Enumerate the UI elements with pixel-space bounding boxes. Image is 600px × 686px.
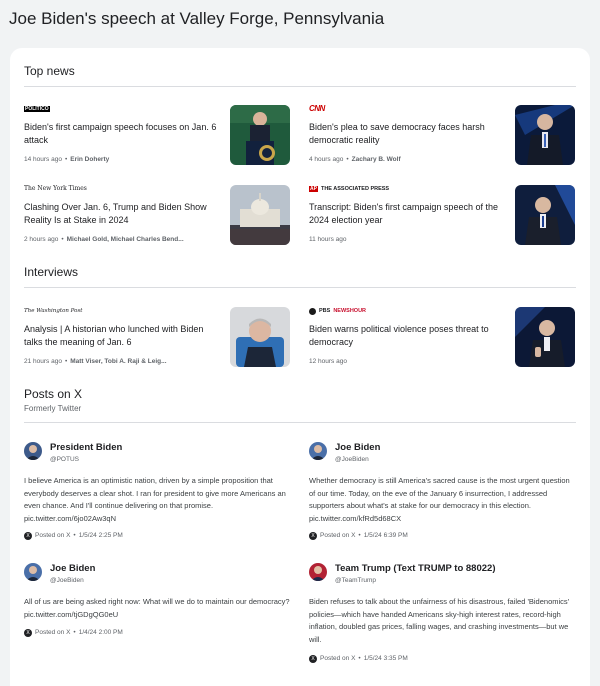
news-thumbnail[interactable] xyxy=(515,307,575,367)
post-footer: X Posted on X • 1/5/24 2:25 PM xyxy=(24,531,123,540)
top-news-heading: Top news xyxy=(24,64,75,78)
avatar xyxy=(309,442,327,460)
post-footer: X Posted on X • 1/5/24 6:39 PM xyxy=(309,531,408,540)
news-card-nytimes[interactable]: The New York Times Clashing Over Jan. 6,… xyxy=(24,185,292,247)
avatar xyxy=(24,442,42,460)
x-logo-icon: X xyxy=(309,531,317,540)
interviews-heading: Interviews xyxy=(24,265,79,279)
post-text: Biden refuses to talk about the unfairne… xyxy=(309,597,570,644)
source-logo: PBS NEWSHOUR xyxy=(309,307,366,315)
post-text: All of us are being asked right now: Wha… xyxy=(24,597,290,619)
news-meta: 21 hours ago • Matt Viser, Tobi A. Raji & … xyxy=(24,358,167,365)
news-card-pbs[interactable]: PBS NEWSHOUR Biden warns political violen… xyxy=(309,307,577,369)
x-logo-icon: X xyxy=(309,654,317,663)
news-card-washington-post[interactable]: The Washington Post Analysis | A histori… xyxy=(24,307,292,369)
source-logo: AP THE ASSOCIATED PRESS xyxy=(309,186,390,192)
news-meta: 2 hours ago • Michael Gold, Michael Charle… xyxy=(24,236,184,243)
avatar xyxy=(309,563,327,581)
news-thumbnail[interactable] xyxy=(515,105,575,165)
post-author-name[interactable]: President Biden xyxy=(50,442,122,454)
news-headline[interactable]: Analysis | A historian who lunched with … xyxy=(24,323,219,349)
news-card-ap[interactable]: AP THE ASSOCIATED PRESS Transcript: Biden… xyxy=(309,185,577,247)
post-author-name[interactable]: Joe Biden xyxy=(335,442,380,454)
x-logo-icon: X xyxy=(24,531,32,540)
news-headline[interactable]: Clashing Over Jan. 6, Trump and Biden Sh… xyxy=(24,201,219,227)
post-card[interactable]: Joe Biden @JoeBiden All of us are being … xyxy=(24,563,294,643)
source-logo: POLITICO xyxy=(24,106,50,112)
post-author-name[interactable]: Team Trump (Text TRUMP to 88022) xyxy=(335,563,495,575)
post-footer: X Posted on X • 1/5/24 3:35 PM xyxy=(309,654,408,663)
divider xyxy=(24,86,576,87)
news-headline[interactable]: Biden's plea to save democracy faces har… xyxy=(309,121,504,147)
post-card[interactable]: Team Trump (Text TRUMP to 88022) @TeamTr… xyxy=(309,563,579,673)
posts-subtitle: Formerly Twitter xyxy=(24,404,82,413)
results-card: Top news POLITICO Biden's first campaign… xyxy=(10,48,590,686)
post-footer: X Posted on X • 1/4/24 2:00 PM xyxy=(24,628,123,637)
posts-heading: Posts on X xyxy=(24,387,83,401)
post-author-handle[interactable]: @JoeBiden xyxy=(335,456,369,464)
post-text: I believe America is an optimistic natio… xyxy=(24,476,286,523)
source-logo: The Washington Post xyxy=(24,308,83,314)
divider xyxy=(24,287,576,288)
news-meta: 11 hours ago xyxy=(309,236,347,243)
news-headline[interactable]: Biden warns political violence poses thr… xyxy=(309,323,504,349)
news-headline[interactable]: Biden's first campaign speech focuses on… xyxy=(24,121,219,147)
news-card-cnn[interactable]: CNN Biden's plea to save democracy faces… xyxy=(309,105,577,167)
news-meta: 4 hours ago • Zachary B. Wolf xyxy=(309,156,401,163)
page-title: Joe Biden's speech at Valley Forge, Penn… xyxy=(9,9,385,28)
news-meta: 14 hours ago • Erin Doherty xyxy=(24,156,110,163)
news-thumbnail[interactable] xyxy=(515,185,575,245)
news-headline[interactable]: Transcript: Biden's first campaign speec… xyxy=(309,201,504,227)
news-meta: 12 hours ago xyxy=(309,358,347,365)
news-thumbnail[interactable] xyxy=(230,185,290,245)
post-card[interactable]: President Biden @POTUS I believe America… xyxy=(24,442,294,552)
divider xyxy=(24,422,576,423)
x-logo-icon: X xyxy=(24,628,32,637)
source-logo: The New York Times xyxy=(24,185,87,192)
post-card[interactable]: Joe Biden @JoeBiden Whether democracy is… xyxy=(309,442,579,552)
post-author-name[interactable]: Joe Biden xyxy=(50,563,95,575)
avatar xyxy=(24,563,42,581)
news-thumbnail[interactable] xyxy=(230,105,290,165)
post-author-handle[interactable]: @TeamTrump xyxy=(335,577,376,585)
post-text: Whether democracy is still America's sac… xyxy=(309,476,570,523)
news-card-politico[interactable]: POLITICO Biden's first campaign speech f… xyxy=(24,105,292,167)
news-thumbnail[interactable] xyxy=(230,307,290,367)
post-author-handle[interactable]: @POTUS xyxy=(50,456,79,464)
source-logo: CNN xyxy=(309,104,325,113)
post-author-handle[interactable]: @JoeBiden xyxy=(50,577,84,585)
